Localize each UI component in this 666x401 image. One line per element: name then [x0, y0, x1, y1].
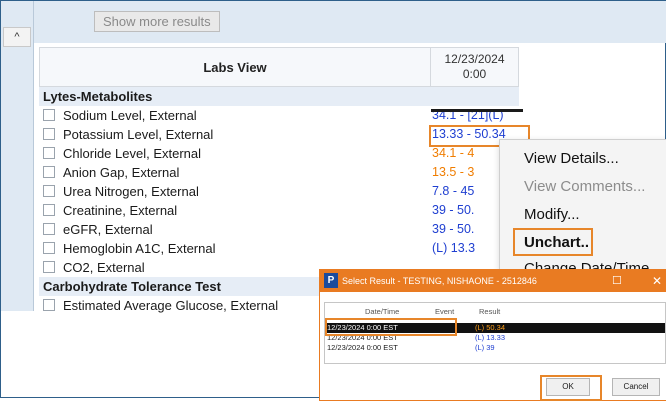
section-lytes-metabolites: Lytes-Metabolites — [39, 87, 519, 106]
lab-name: Anion Gap, External — [63, 165, 180, 180]
table-header: Labs View 12/23/2024 0:00 — [39, 47, 519, 88]
lab-value[interactable]: 7.8 - 45 — [432, 182, 474, 201]
show-more-results-button[interactable]: Show more results — [94, 11, 220, 32]
result-value: (L) 50.34 — [475, 323, 506, 332]
row-checkbox[interactable] — [43, 128, 55, 140]
result-value: (L) 39 — [475, 343, 495, 352]
dialog-title-bar[interactable]: P Select Result - TESTING, NISHAONE - 25… — [320, 270, 666, 292]
menu-view-details[interactable]: View Details... — [524, 150, 619, 167]
col-header-date: Date/Time — [365, 307, 400, 316]
result-date: 12/23/2024 0:00 EST — [327, 343, 398, 352]
lab-name: Hemoglobin A1C, External — [63, 241, 216, 256]
date-column-header[interactable]: 12/23/2024 0:00 — [430, 48, 518, 88]
lab-name: Urea Nitrogen, External — [63, 184, 199, 199]
menu-modify[interactable]: Modify... — [524, 206, 580, 223]
table-row[interactable]: Urea Nitrogen, External 7.8 - 45 — [39, 182, 519, 201]
maximize-icon[interactable]: ☐ — [612, 270, 622, 292]
scroll-up-button[interactable]: ^ — [3, 27, 31, 47]
table-row[interactable]: eGFR, External 39 - 50. — [39, 220, 519, 239]
labs-view-title: Labs View — [203, 60, 267, 75]
table-row[interactable]: Anion Gap, External 13.5 - 3 — [39, 163, 519, 182]
lab-name: eGFR, External — [63, 222, 153, 237]
cell-top-border — [431, 109, 523, 112]
lab-value[interactable]: 39 - 50. — [432, 201, 474, 220]
lab-name: Chloride Level, External — [63, 146, 202, 161]
lab-value[interactable]: 13.5 - 3 — [432, 163, 474, 182]
date-header-date: 12/23/2024 — [444, 52, 505, 66]
lab-name: Creatinine, External — [63, 203, 178, 218]
menu-view-comments[interactable]: View Comments... — [524, 178, 645, 195]
date-header-time: 0:00 — [462, 67, 487, 81]
row-checkbox[interactable] — [43, 299, 55, 311]
cancel-button[interactable]: Cancel — [612, 378, 660, 396]
col-header-result: Result — [479, 307, 501, 316]
row-checkbox[interactable] — [43, 109, 55, 121]
app-window: ^ Show more results Labs View 12/23/2024… — [0, 0, 666, 401]
lab-name: Sodium Level, External — [63, 108, 197, 123]
row-checkbox[interactable] — [43, 166, 55, 178]
app-logo-icon: P — [324, 273, 338, 288]
row-checkbox[interactable] — [43, 223, 55, 235]
result-row[interactable]: 12/23/2024 0:00 EST (L) 39 — [325, 343, 665, 353]
table-row[interactable]: Creatinine, External 39 - 50. — [39, 201, 519, 220]
result-value: (L) 13.33 — [475, 333, 506, 342]
lab-value[interactable]: (L) 13.3 — [432, 239, 475, 258]
unchart-highlight — [513, 228, 593, 256]
lab-name: CO2, External — [63, 260, 145, 275]
col-header-event: Event — [435, 307, 455, 316]
lab-name: Potassium Level, External — [63, 127, 214, 142]
row-checkbox[interactable] — [43, 261, 55, 273]
left-gutter: ^ — [1, 1, 34, 311]
row-checkbox[interactable] — [43, 185, 55, 197]
selected-row-highlight — [325, 318, 457, 336]
table-row[interactable]: Hemoglobin A1C, External (L) 13.3 — [39, 239, 519, 258]
close-icon[interactable]: ✕ — [652, 270, 662, 292]
ok-button-highlight — [540, 375, 602, 401]
row-checkbox[interactable] — [43, 204, 55, 216]
top-strip: Show more results — [34, 1, 666, 43]
lab-name: Estimated Average Glucose, External — [63, 298, 279, 313]
dialog-title: Select Result - TESTING, NISHAONE - 2512… — [342, 276, 537, 286]
row-checkbox[interactable] — [43, 242, 55, 254]
row-checkbox[interactable] — [43, 147, 55, 159]
lab-value[interactable]: 39 - 50. — [432, 220, 474, 239]
